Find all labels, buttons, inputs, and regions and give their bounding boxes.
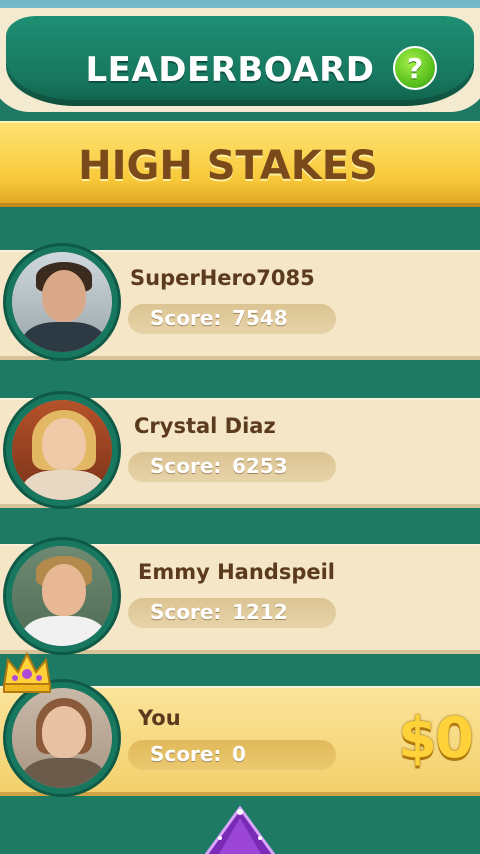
score-label: Score:	[150, 454, 222, 478]
leaderboard-row[interactable]: SuperHero7085 Score: 7548	[0, 246, 480, 360]
player-name: SuperHero7085	[130, 266, 315, 290]
score-value: 0	[232, 742, 246, 766]
avatar	[6, 394, 118, 506]
help-icon: ?	[406, 51, 424, 85]
score-pill: Score: 1212	[128, 598, 336, 628]
prize-amount: $0	[398, 706, 474, 771]
score-pill: Score: 0	[128, 740, 336, 770]
avatar	[6, 540, 118, 652]
score-value: 7548	[232, 306, 288, 330]
score-pill: Score: 6253	[128, 452, 336, 482]
player-name: Crystal Diaz	[134, 414, 276, 438]
leaderboard-subtitle: HIGH STAKES	[78, 143, 378, 189]
player-name: Emmy Handspeil	[138, 560, 336, 584]
gem-icon	[204, 806, 276, 854]
subtitle-banner: HIGH STAKES	[0, 121, 480, 203]
score-label: Score:	[150, 306, 222, 330]
leaderboard-row-you[interactable]: You Score: 0 $0	[0, 651, 480, 796]
score-label: Score:	[150, 742, 222, 766]
score-pill: Score: 7548	[128, 304, 336, 334]
help-button[interactable]: ?	[393, 46, 437, 90]
score-label: Score:	[150, 600, 222, 624]
player-name: You	[138, 706, 181, 730]
leaderboard-header: LEADERBOARD ?	[0, 8, 480, 112]
score-value: 1212	[232, 600, 288, 624]
crown-icon	[2, 651, 52, 693]
leaderboard-row[interactable]: Emmy Handspeil Score: 1212	[0, 540, 480, 654]
avatar	[6, 246, 118, 358]
avatar	[6, 682, 118, 794]
leaderboard-row[interactable]: Crystal Diaz Score: 6253	[0, 394, 480, 508]
score-value: 6253	[232, 454, 288, 478]
page-title: LEADERBOARD	[85, 50, 375, 90]
